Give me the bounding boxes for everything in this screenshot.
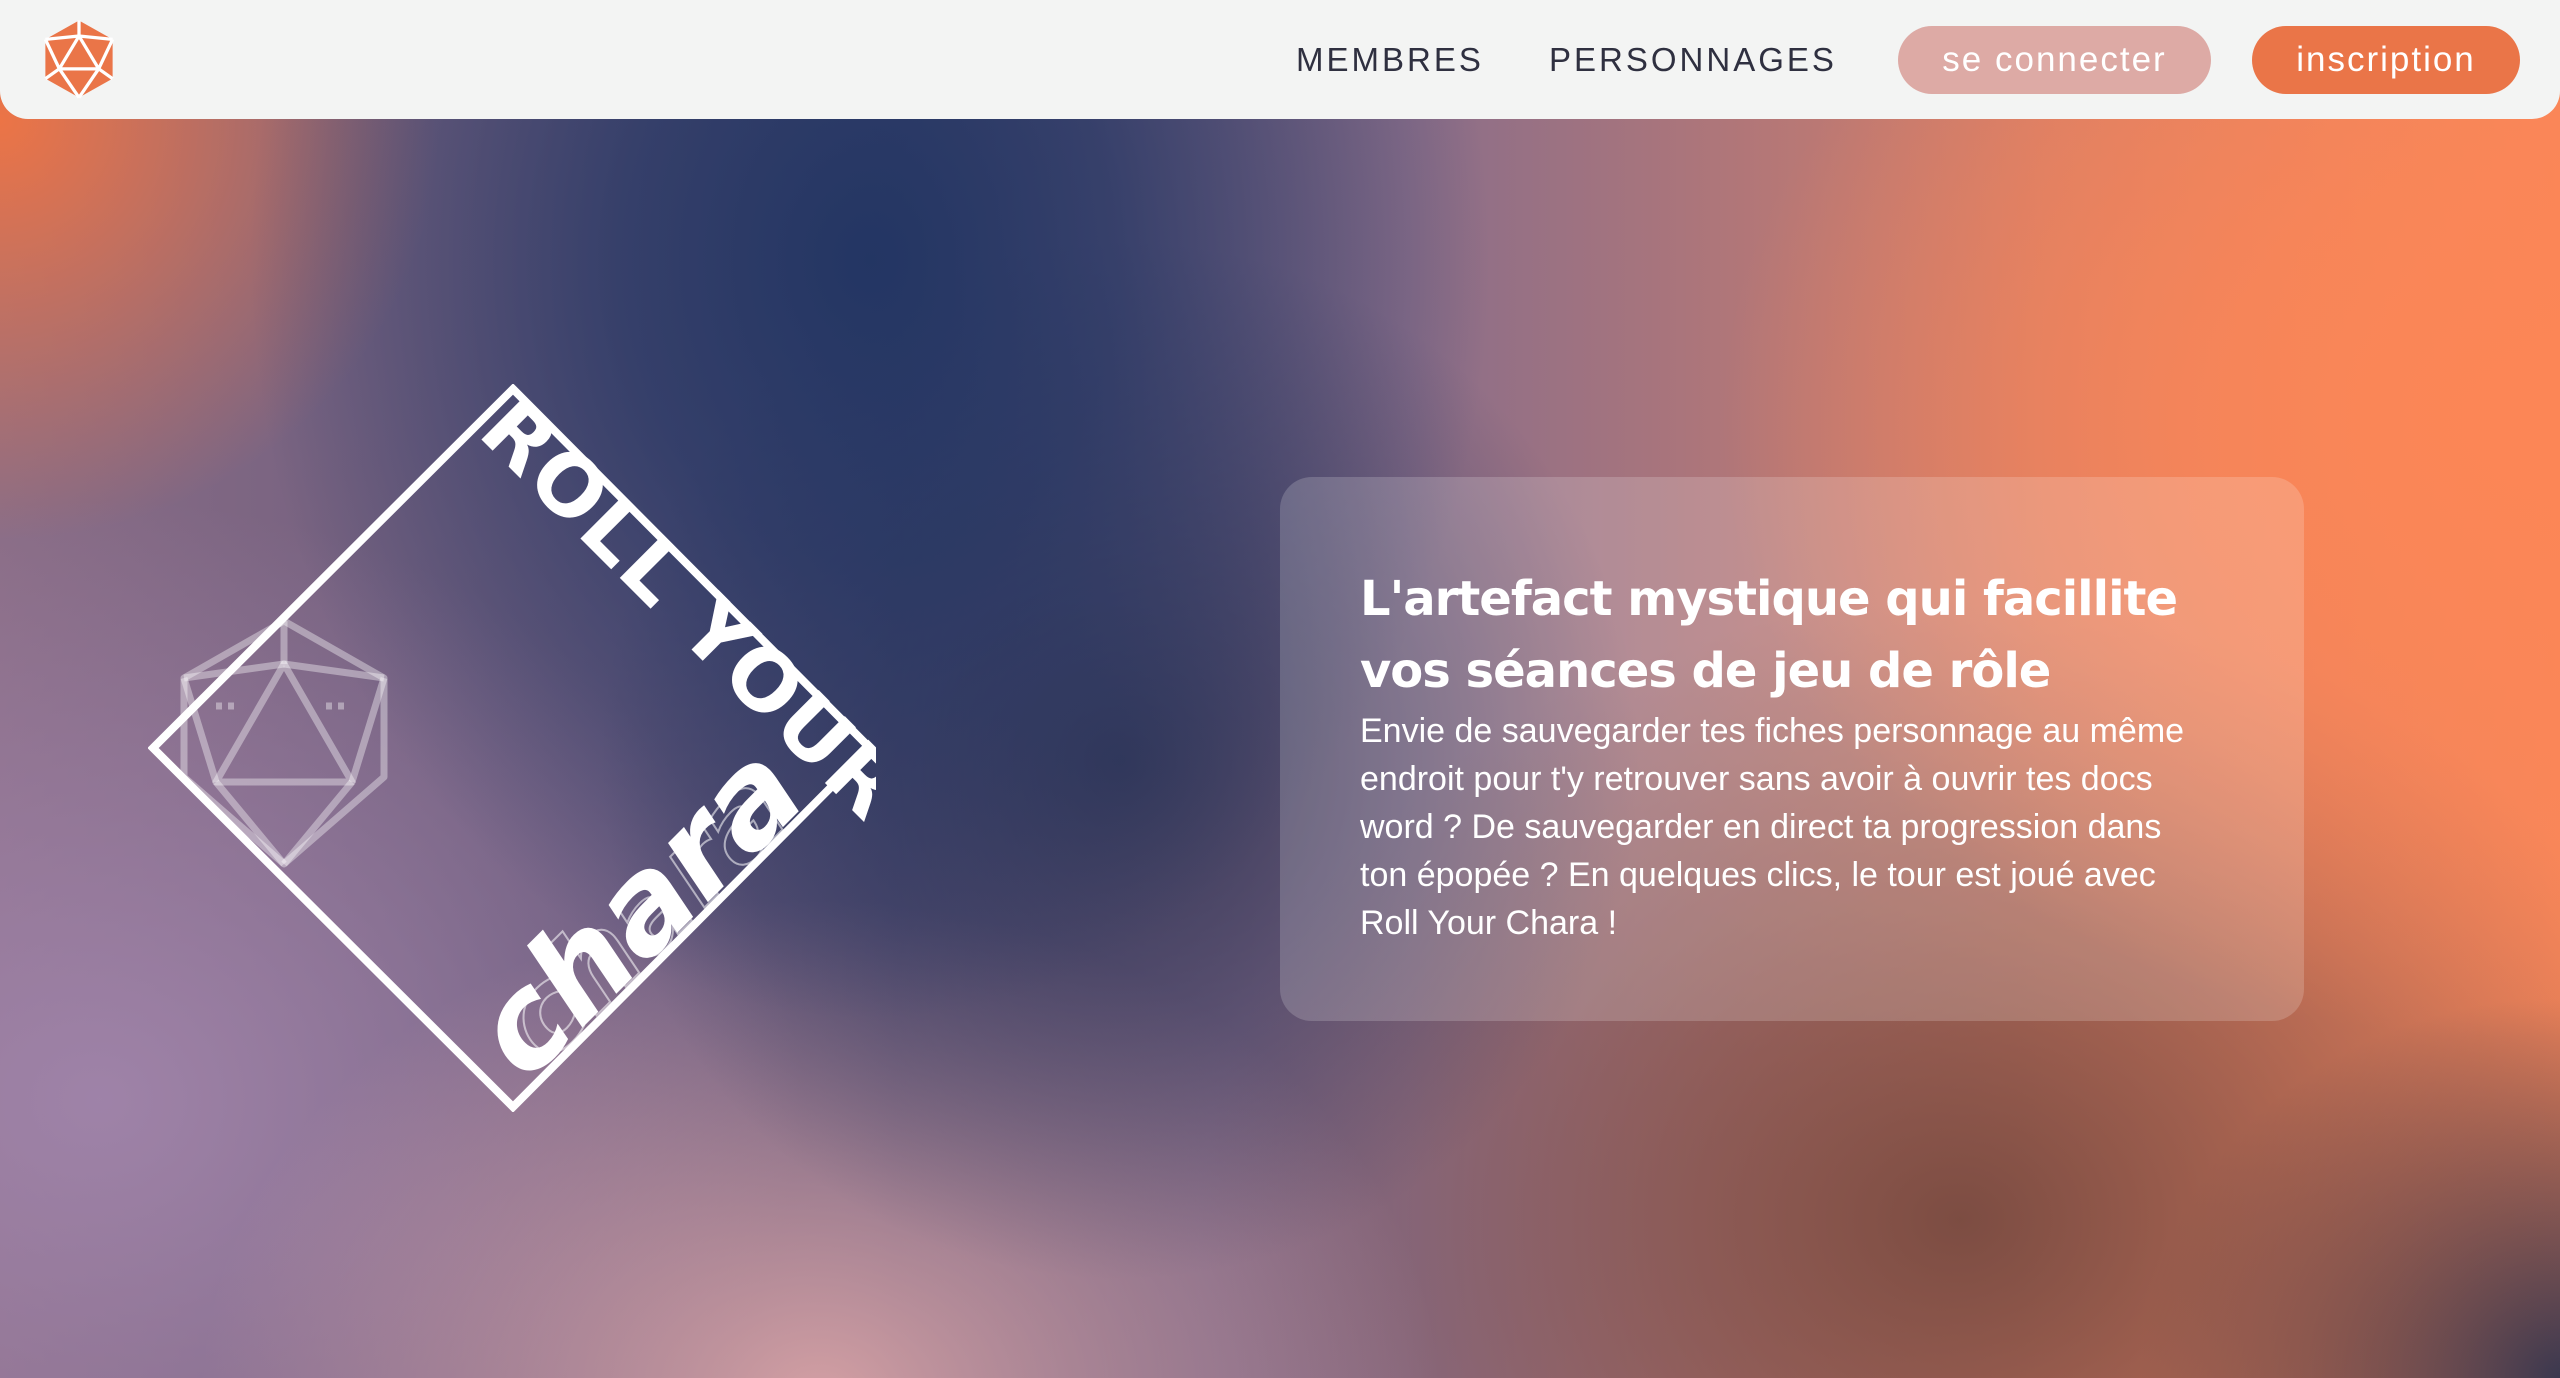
main-nav-2: PERSONNAGES [1549, 0, 1837, 119]
intro-title: L'artefact mystique qui facillite vos sé… [1360, 571, 2178, 699]
d20-dice-icon[interactable] [38, 18, 120, 100]
main-nav: MEMBRES [1296, 0, 1484, 119]
nav-link-characters[interactable]: PERSONNAGES [1549, 41, 1837, 79]
signup-button[interactable]: inscription [2252, 26, 2520, 94]
intro-card: L'artefact mystique qui facillite vos sé… [1280, 477, 2304, 1021]
brand-line-roll-your: ROLL YOUR [462, 384, 876, 839]
brand-line-chara: chara [443, 716, 833, 1106]
intro-text: Envie de sauvegarder tes fiches personna… [1360, 712, 2185, 942]
brand-logo: ROLL YOUR chara chara [148, 384, 876, 1112]
d20-dice-icon [180, 617, 388, 868]
nav-link-members[interactable]: MEMBRES [1296, 41, 1484, 79]
login-button[interactable]: se connecter [1898, 26, 2211, 94]
top-header: MEMBRES PERSONNAGES se connecter inscrip… [0, 0, 2560, 119]
